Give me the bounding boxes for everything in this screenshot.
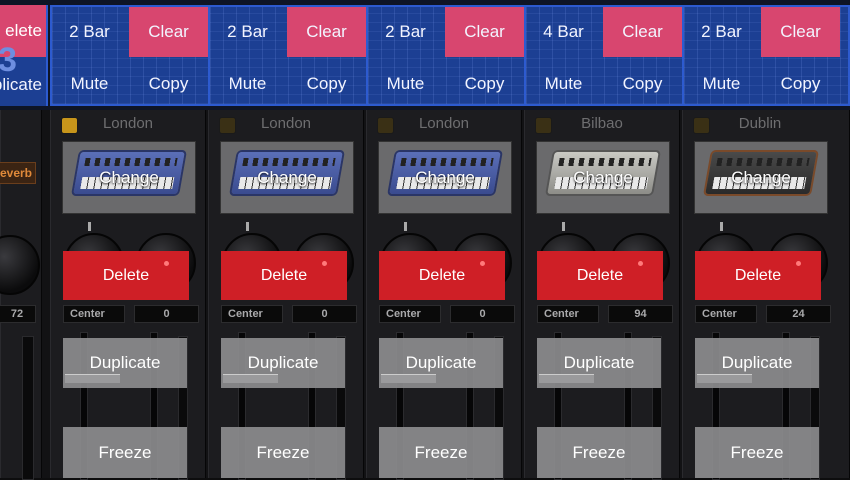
- clip-1[interactable]: 2 Bar Clear Mute Copy: [50, 5, 210, 106]
- record-arm-led[interactable]: [535, 117, 552, 134]
- change-instrument-button[interactable]: Change: [537, 168, 669, 188]
- clip-length-button[interactable]: 2 Bar: [368, 7, 443, 57]
- clip-partial[interactable]: elete 3 plicate: [0, 5, 48, 106]
- instrument-name: Bilbao: [581, 115, 623, 132]
- pan-readout: Center: [537, 305, 599, 323]
- record-arm-led[interactable]: [61, 117, 78, 134]
- knob-indicator: [246, 222, 249, 231]
- clear-button[interactable]: Clear: [445, 7, 524, 57]
- pan-readout: Center: [379, 305, 441, 323]
- change-instrument-button[interactable]: Change: [221, 168, 353, 188]
- instrument-name: Dublin: [738, 115, 782, 132]
- knob-indicator: [720, 222, 723, 231]
- clear-button[interactable]: Clear: [761, 7, 840, 57]
- reverb-effect-button[interactable]: everb: [0, 162, 36, 184]
- clip-4[interactable]: 4 Bar Clear Mute Copy: [524, 5, 684, 106]
- mute-button[interactable]: Mute: [684, 61, 759, 106]
- freeze-button[interactable]: Freeze: [221, 427, 345, 478]
- copy-button[interactable]: Copy: [603, 61, 682, 106]
- mute-button[interactable]: Mute: [52, 61, 127, 106]
- fader-handle[interactable]: [381, 374, 436, 383]
- change-instrument-button[interactable]: Change: [695, 168, 827, 188]
- fader-handle[interactable]: [65, 374, 120, 383]
- instrument-name: London: [260, 115, 312, 132]
- delete-button[interactable]: Delete: [537, 251, 663, 300]
- delete-button[interactable]: Delete: [63, 251, 189, 300]
- freeze-button[interactable]: Freeze: [695, 427, 819, 478]
- instrument-thumbnail[interactable]: Change: [536, 141, 670, 214]
- clip-launcher-strip: elete 3 plicate 2 Bar Clear Mute Copy 2 …: [0, 0, 850, 110]
- value-readout: 0: [292, 305, 357, 323]
- value-readout: 0: [450, 305, 515, 323]
- clip-3[interactable]: 2 Bar Clear Mute Copy: [366, 5, 526, 106]
- knob-indicator: [88, 222, 91, 231]
- channel-strip-4: Bilbao Change Delete Center 94 Duplicate…: [524, 110, 680, 480]
- clip-length-button[interactable]: 2 Bar: [684, 7, 759, 57]
- record-arm-led[interactable]: [219, 117, 236, 134]
- copy-button[interactable]: Copy: [129, 61, 208, 106]
- fader-handle[interactable]: [223, 374, 278, 383]
- clear-button[interactable]: Clear: [287, 7, 366, 57]
- delete-button[interactable]: Delete: [379, 251, 505, 300]
- channel-strip-3: London Change Delete Center 0 Duplicate …: [366, 110, 522, 480]
- instrument-thumbnail[interactable]: Change: [378, 141, 512, 214]
- copy-button[interactable]: Copy: [287, 61, 366, 106]
- clear-button[interactable]: Clear: [129, 7, 208, 57]
- copy-button[interactable]: Copy: [445, 61, 524, 106]
- channel-strip-1: London Change Delete Center 0 Duplicate …: [50, 110, 206, 480]
- channel-strip-2: London Change Delete Center 0 Duplicate …: [208, 110, 364, 480]
- pan-readout: Center: [63, 305, 125, 323]
- pan-readout: Center: [221, 305, 283, 323]
- clip-length-button[interactable]: 4 Bar: [526, 7, 601, 57]
- mute-button[interactable]: Mute: [368, 61, 443, 106]
- duplicate-button[interactable]: plicate: [0, 75, 42, 95]
- record-arm-led[interactable]: [377, 117, 394, 134]
- channel-strip-5: Dublin Change Delete Center 24 Duplicate…: [682, 110, 850, 480]
- fader-track[interactable]: [22, 336, 34, 480]
- delete-button[interactable]: Delete: [695, 251, 821, 300]
- clear-button[interactable]: Clear: [603, 7, 682, 57]
- instrument-thumbnail[interactable]: Change: [220, 141, 354, 214]
- change-instrument-button[interactable]: Change: [63, 168, 195, 188]
- channel-strip-partial: everb 72: [0, 110, 42, 480]
- pan-readout: Center: [695, 305, 757, 323]
- copy-button[interactable]: Copy: [761, 61, 840, 106]
- knob-indicator: [404, 222, 407, 231]
- instrument-name: London: [418, 115, 470, 132]
- clip-5[interactable]: 2 Bar Clear Mute Copy: [682, 5, 850, 106]
- instrument-name: London: [102, 115, 154, 132]
- value-readout: 24: [766, 305, 831, 323]
- delete-button[interactable]: Delete: [221, 251, 347, 300]
- clip-length-button[interactable]: 2 Bar: [52, 7, 127, 57]
- freeze-button[interactable]: Freeze: [379, 427, 503, 478]
- value-readout: 0: [134, 305, 199, 323]
- freeze-button[interactable]: Freeze: [537, 427, 661, 478]
- mute-button[interactable]: Mute: [526, 61, 601, 106]
- change-instrument-button[interactable]: Change: [379, 168, 511, 188]
- record-arm-led[interactable]: [693, 117, 710, 134]
- fader-handle[interactable]: [539, 374, 594, 383]
- clip-length-button[interactable]: 2 Bar: [210, 7, 285, 57]
- mute-button[interactable]: Mute: [210, 61, 285, 106]
- instrument-thumbnail[interactable]: Change: [62, 141, 196, 214]
- instrument-thumbnail[interactable]: Change: [694, 141, 828, 214]
- clip-2[interactable]: 2 Bar Clear Mute Copy: [208, 5, 368, 106]
- freeze-button[interactable]: Freeze: [63, 427, 187, 478]
- knob-indicator: [562, 222, 565, 231]
- pan-knob[interactable]: [0, 235, 40, 295]
- fader-handle[interactable]: [697, 374, 752, 383]
- mixer-panel: everb 72 London Change Delete Center 0 D…: [0, 110, 850, 480]
- volume-readout: 72: [0, 305, 36, 323]
- value-readout: 94: [608, 305, 673, 323]
